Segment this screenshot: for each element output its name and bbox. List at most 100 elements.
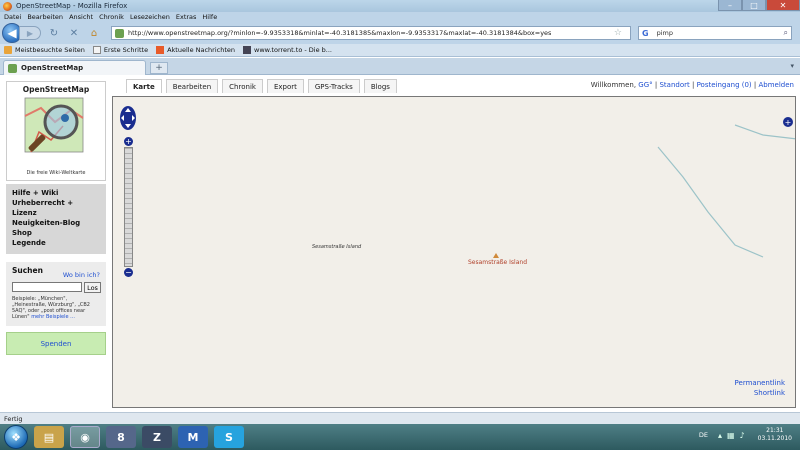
osm-search-panel: Suchen Wo bin ich? Los Beispiele: „Münch…: [6, 262, 106, 326]
more-examples-link[interactable]: mehr Beispiele ...: [31, 314, 75, 320]
menu-extras[interactable]: Extras: [176, 13, 197, 21]
navigation-toolbar: ◀ ▶ ↻ ✕ ⌂ http://www.openstreetmap.org/?…: [0, 22, 800, 44]
app-8-icon[interactable]: 8: [106, 426, 136, 448]
menu-bearbeiten[interactable]: Bearbeiten: [27, 13, 63, 21]
tab-list-icon[interactable]: ▾: [790, 62, 794, 70]
logo-title: OpenStreetMap: [22, 85, 90, 94]
peak-marker-icon: [493, 253, 499, 258]
osm-logo-icon: [24, 97, 84, 153]
explorer-icon[interactable]: ▤: [34, 426, 64, 448]
bookmark-item[interactable]: Erste Schritte: [92, 46, 148, 54]
window-titlebar: OpenStreetMap - Mozilla Firefox – □ ✕: [0, 0, 800, 12]
site-favicon-icon: [115, 28, 124, 38]
clock-time: 21:31: [766, 427, 784, 434]
tab-label: OpenStreetMap: [21, 64, 84, 72]
user-bar: Willkommen, GG° | Standort | Posteingang…: [591, 81, 794, 89]
map-canvas[interactable]: + − + Sesamstraße Island Sesamstraße Isl…: [112, 96, 796, 408]
google-icon[interactable]: G: [642, 29, 649, 38]
menu-lesezeichen[interactable]: Lesezeichen: [130, 13, 170, 21]
shortlink-link[interactable]: Shortlink: [754, 389, 785, 397]
menu-datei[interactable]: Datei: [4, 13, 21, 21]
permalink-link[interactable]: Permanentlink: [735, 379, 785, 387]
user-name-link[interactable]: GG°: [638, 81, 652, 89]
clock[interactable]: 21:31 03.11.2010: [758, 427, 792, 443]
tab-bearbeiten[interactable]: Bearbeiten: [165, 79, 219, 93]
firefox-taskbar-icon[interactable]: ◉: [70, 426, 100, 448]
layer-switcher-icon[interactable]: +: [783, 117, 793, 127]
osm-search-input[interactable]: [12, 282, 82, 292]
url-bar[interactable]: http://www.openstreetmap.org/?minlon=-9.…: [111, 26, 631, 40]
app-m-icon[interactable]: M: [178, 426, 208, 448]
forward-button[interactable]: ▶: [19, 26, 41, 40]
tab-gps-tracks[interactable]: GPS-Tracks: [307, 79, 360, 93]
status-bar: Fertig: [0, 412, 800, 424]
stop-icon[interactable]: ✕: [67, 26, 81, 40]
search-value[interactable]: pimp: [657, 29, 673, 37]
zoom-slider[interactable]: [124, 147, 133, 267]
reload-icon[interactable]: ↻: [47, 26, 61, 40]
where-am-i-link[interactable]: Wo bin ich?: [63, 271, 100, 279]
window-controls: – □ ✕: [718, 0, 800, 11]
separator: |: [753, 81, 757, 89]
link-shop[interactable]: Shop: [12, 228, 100, 238]
network-icon[interactable]: ▦: [727, 431, 735, 440]
status-text: Fertig: [4, 414, 23, 423]
separator: |: [654, 81, 658, 89]
home-icon[interactable]: ⌂: [87, 26, 101, 40]
link-copyright[interactable]: Urheberrecht + Lizenz: [12, 198, 100, 218]
search-hint: Beispiele: „München", „Heinestraße, Würz…: [12, 296, 102, 320]
tab-favicon-icon: [8, 63, 17, 73]
tray-arrow-icon[interactable]: ▴: [718, 431, 722, 440]
map-coastline: [657, 124, 795, 258]
page-icon: [92, 46, 101, 54]
donate-button[interactable]: Spenden: [6, 332, 106, 355]
url-text[interactable]: http://www.openstreetmap.org/?minlon=-9.…: [128, 29, 551, 37]
map-label-peak: Sesamstraße Island: [468, 259, 527, 266]
menu-ansicht[interactable]: Ansicht: [69, 13, 93, 21]
maximize-button[interactable]: □: [742, 0, 766, 11]
rss-icon: [156, 46, 165, 54]
skype-icon[interactable]: S: [214, 426, 244, 448]
zoom-in-button[interactable]: +: [124, 137, 133, 146]
osm-search-button[interactable]: Los: [84, 282, 101, 293]
tab-blogs[interactable]: Blogs: [363, 79, 397, 93]
bookmark-item[interactable]: www.torrent.to - Die b...: [243, 46, 332, 54]
location-link[interactable]: Standort: [659, 81, 689, 89]
osm-tabs: Karte Bearbeiten Chronik Export GPS-Trac…: [126, 79, 401, 93]
menu-chronik[interactable]: Chronik: [99, 13, 124, 21]
bookmark-star-icon[interactable]: ☆: [614, 28, 622, 38]
search-bar[interactable]: G pimp ⌕: [638, 26, 792, 40]
link-help-wiki[interactable]: Hilfe + Wiki: [12, 188, 100, 198]
language-indicator[interactable]: DE: [699, 431, 708, 439]
tab-chronik[interactable]: Chronik: [222, 79, 263, 93]
map-label-island: Sesamstraße Island: [312, 244, 362, 250]
start-button[interactable]: ❖: [4, 425, 28, 449]
zoom-control: + −: [124, 137, 133, 277]
logout-link[interactable]: Abmelden: [759, 81, 795, 89]
volume-icon[interactable]: ♪: [740, 431, 745, 440]
app-z-icon[interactable]: Z: [142, 426, 172, 448]
link-news-blog[interactable]: Neuigkeiten-Blog: [12, 218, 100, 228]
browser-tab[interactable]: OpenStreetMap: [3, 60, 146, 75]
zoom-out-button[interactable]: −: [124, 268, 133, 277]
separator: |: [691, 81, 695, 89]
inbox-link[interactable]: Posteingang (0): [697, 81, 752, 89]
bookmark-item[interactable]: Aktuelle Nachrichten: [156, 46, 235, 54]
link-legend[interactable]: Legende: [12, 238, 100, 248]
windows-taskbar: ❖ ▤ ◉ 8 Z M S DE ▴ ▦ ♪ 21:31 03.11.2010: [0, 424, 800, 450]
tab-karte[interactable]: Karte: [126, 79, 162, 93]
logo-tagline: Die freie Wiki-Weltkarte: [26, 170, 86, 176]
close-button[interactable]: ✕: [766, 0, 800, 11]
menu-hilfe[interactable]: Hilfe: [202, 13, 217, 21]
tab-export[interactable]: Export: [266, 79, 304, 93]
new-tab-button[interactable]: +: [150, 62, 168, 74]
menu-bar: Datei Bearbeiten Ansicht Chronik Lesezei…: [0, 12, 800, 22]
site-icon: [243, 46, 252, 54]
osm-logo-box[interactable]: OpenStreetMap Die freie Wiki-Weltkarte: [6, 81, 106, 181]
pan-control-icon[interactable]: [119, 105, 137, 131]
bookmarks-toolbar: Meistbesuchte Seiten Erste Schritte Aktu…: [0, 44, 800, 57]
minimize-button[interactable]: –: [718, 0, 742, 11]
search-icon[interactable]: ⌕: [784, 28, 788, 38]
bookmark-item[interactable]: Meistbesuchte Seiten: [4, 46, 85, 54]
clock-date: 03.11.2010: [757, 435, 792, 442]
